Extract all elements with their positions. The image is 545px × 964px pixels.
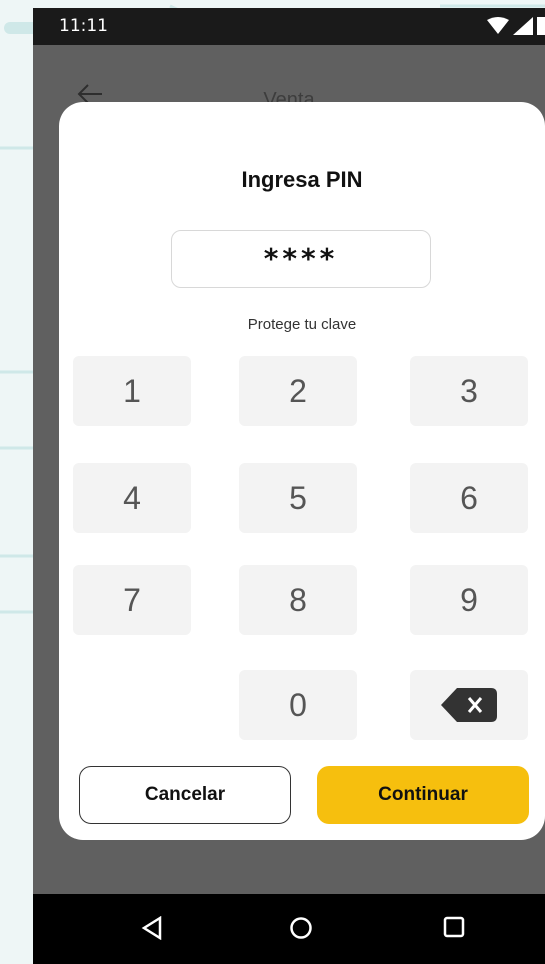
wifi-icon (487, 17, 509, 34)
key-5[interactable]: 5 (239, 463, 357, 533)
pin-input[interactable]: **** (171, 230, 431, 288)
key-3[interactable]: 3 (410, 356, 528, 426)
status-bar: 11:11 (33, 8, 545, 45)
backspace-button[interactable] (410, 670, 528, 740)
key-0[interactable]: 0 (239, 670, 357, 740)
signal-icon (513, 17, 533, 35)
key-2[interactable]: 2 (239, 356, 357, 426)
cancel-button[interactable]: Cancelar (79, 766, 291, 824)
key-7[interactable]: 7 (73, 565, 191, 635)
nav-home-icon[interactable] (289, 916, 313, 940)
key-8[interactable]: 8 (239, 565, 357, 635)
system-nav-bar (33, 894, 545, 964)
status-time: 11:11 (59, 16, 108, 36)
pin-dialog: Ingresa PIN **** Protege tu clave 1 2 3 … (59, 102, 545, 840)
battery-icon (537, 17, 545, 35)
nav-back-icon[interactable] (141, 916, 163, 940)
phone-screen: 11:11 Venta Ingresa PIN **** Protege tu … (33, 8, 545, 964)
key-9[interactable]: 9 (410, 565, 528, 635)
key-1[interactable]: 1 (73, 356, 191, 426)
continue-button[interactable]: Continuar (317, 766, 529, 824)
backspace-icon (441, 688, 497, 722)
dialog-title: Ingresa PIN (241, 167, 363, 192)
nav-recents-icon[interactable] (443, 916, 465, 938)
key-6[interactable]: 6 (410, 463, 528, 533)
key-4[interactable]: 4 (73, 463, 191, 533)
status-icons (487, 17, 545, 35)
pin-hint: Protege tu clave (247, 316, 357, 333)
